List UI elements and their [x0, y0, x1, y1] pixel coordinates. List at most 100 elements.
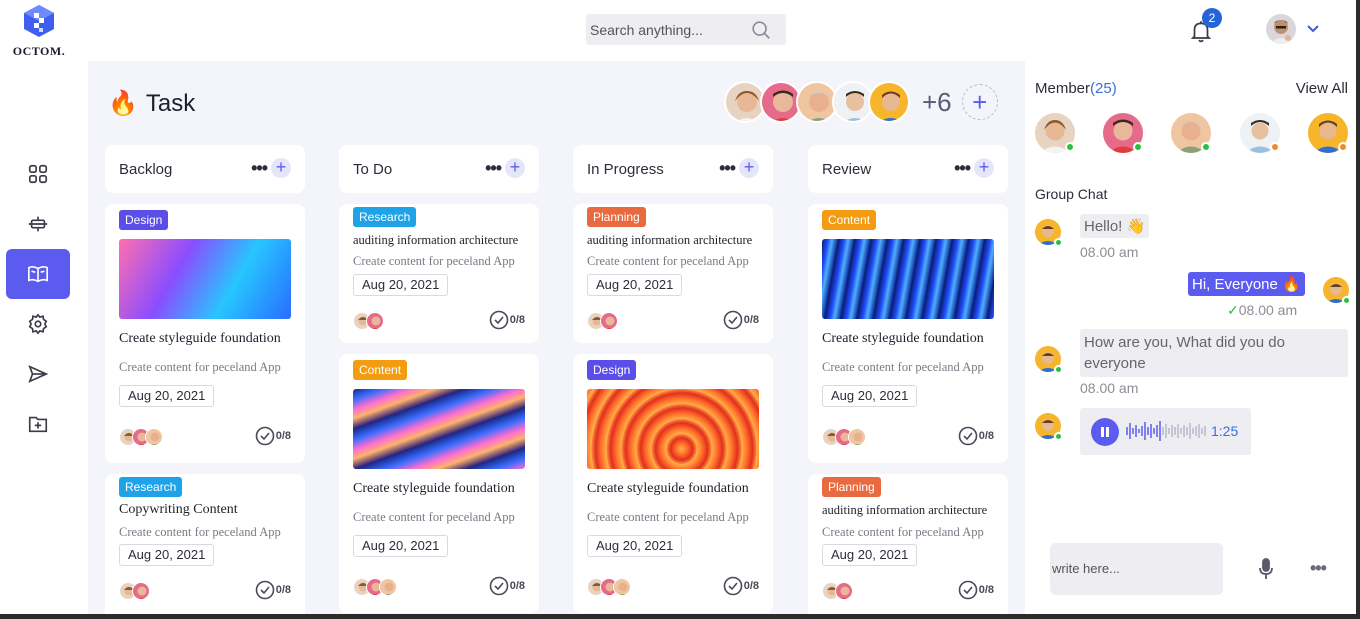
nav-book[interactable] [6, 249, 70, 299]
checklist-progress: 0/8 [958, 426, 994, 446]
chat-avatar[interactable] [1035, 413, 1063, 441]
nav-layout[interactable] [6, 199, 70, 249]
check-circle-icon [489, 576, 509, 596]
assignee-avatar[interactable] [366, 312, 384, 330]
checklist-progress: 0/8 [255, 580, 291, 600]
online-status [1201, 142, 1211, 152]
card-title: Create styleguide foundation [587, 481, 749, 496]
assignee-avatar[interactable] [848, 428, 866, 446]
pause-button[interactable] [1091, 418, 1119, 446]
task-card[interactable]: Planning auditing information architectu… [808, 474, 1008, 619]
add-card-button[interactable]: + [271, 158, 291, 178]
chevron-down-icon[interactable] [1306, 22, 1320, 36]
chat-avatar[interactable] [1035, 346, 1063, 374]
add-card-button[interactable]: + [739, 158, 759, 178]
members-heading: Member(25) [1035, 80, 1117, 97]
due-date: Aug 20, 2021 [119, 385, 215, 407]
more-options-icon[interactable]: ••• [485, 158, 502, 179]
assignee-avatar[interactable] [613, 578, 631, 596]
task-card[interactable]: Design Create styleguide foundation Crea… [105, 204, 305, 463]
more-options-icon[interactable]: ••• [954, 158, 971, 179]
book-icon [28, 266, 48, 283]
microphone-icon[interactable] [1256, 558, 1276, 580]
column-title: Review [822, 160, 872, 178]
member-avatar[interactable] [1308, 113, 1348, 153]
member-avatar[interactable] [1240, 113, 1280, 153]
add-card-button[interactable]: + [974, 158, 994, 178]
assignee-avatar[interactable] [132, 582, 150, 600]
chat-avatar[interactable] [1035, 219, 1063, 247]
assignee-avatar[interactable] [835, 582, 853, 600]
away-status [1338, 142, 1348, 152]
column-in-progress: In Progress ••• + [573, 145, 773, 193]
tag-design: Design [587, 360, 637, 380]
search-box[interactable] [586, 14, 786, 45]
card-subtitle: Create content for peceland App [822, 360, 984, 374]
sidebar: OCTOM. [0, 0, 88, 619]
assignee-avatar[interactable] [145, 428, 163, 446]
nav-dashboard[interactable] [6, 149, 70, 199]
sent-check-icon: ✓ [1227, 302, 1239, 318]
group-chat-heading: Group Chat [1035, 186, 1108, 202]
member-avatar[interactable] [1171, 113, 1211, 153]
task-card[interactable]: Research Copywriting Content Create cont… [105, 474, 305, 619]
card-title: Copywriting Content [119, 502, 238, 517]
check-circle-icon [723, 310, 743, 330]
nav-folder[interactable] [6, 399, 70, 449]
online-status [1342, 296, 1351, 305]
column-header: Review ••• + [808, 145, 1008, 193]
task-card[interactable]: Planning auditing information architectu… [573, 204, 773, 343]
logo-text: OCTOM. [12, 44, 66, 58]
more-options-icon[interactable]: ••• [719, 158, 736, 179]
checklist-progress: 0/8 [723, 310, 759, 330]
add-member-button[interactable]: + [961, 84, 998, 120]
search-icon[interactable] [750, 19, 772, 41]
team-more-count[interactable]: +6 [922, 87, 952, 118]
chat-avatar[interactable] [1323, 277, 1351, 305]
online-status [1054, 432, 1063, 441]
chat-message: How are you, What did you do everyone [1080, 329, 1348, 377]
team-avatar[interactable] [868, 81, 910, 123]
task-card[interactable]: Research auditing information architectu… [339, 204, 539, 343]
message-input-box[interactable] [1050, 543, 1223, 595]
taskbar-edge [0, 614, 1360, 619]
member-avatar[interactable] [1103, 113, 1143, 153]
view-all-link[interactable]: View All [1296, 80, 1348, 97]
card-assignees [822, 582, 853, 600]
tag-research: Research [353, 207, 417, 227]
online-status [1054, 238, 1063, 247]
card-assignees [822, 428, 866, 446]
card-assignees [353, 312, 384, 330]
card-thumbnail [822, 239, 994, 319]
search-input[interactable] [590, 21, 750, 38]
add-card-button[interactable]: + [505, 158, 525, 178]
column-header: To Do ••• + [339, 145, 539, 193]
profile-avatar[interactable] [1266, 14, 1296, 44]
card-thumbnail [119, 239, 291, 319]
chat-message: Hello! 👋 [1080, 214, 1150, 238]
task-card[interactable]: Content Create styleguide foundation Cre… [339, 354, 539, 613]
column-title: To Do [353, 160, 393, 178]
member-avatar[interactable] [1035, 113, 1075, 153]
checklist-progress: 0/8 [958, 580, 994, 600]
checklist-progress: 0/8 [489, 310, 525, 330]
settings-gear-icon [28, 313, 48, 335]
assignee-avatar[interactable] [379, 578, 397, 596]
message-input[interactable] [1050, 543, 1215, 593]
more-options-icon[interactable]: ••• [251, 158, 268, 179]
task-card[interactable]: Design Create styleguide foundation Crea… [573, 354, 773, 613]
assignee-avatar[interactable] [600, 312, 618, 330]
nav-settings[interactable] [6, 299, 70, 349]
task-card[interactable]: Content Create styleguide foundation Cre… [808, 204, 1008, 463]
card-assignees [353, 578, 397, 596]
more-options-icon[interactable]: ••• [1310, 558, 1327, 579]
tag-planning: Planning [587, 207, 646, 227]
check-circle-icon [255, 580, 275, 600]
tag-design: Design [119, 210, 169, 230]
page-title: 🔥 Task [108, 89, 195, 118]
message-time: 08.00 am [1080, 244, 1139, 260]
logo[interactable]: OCTOM. [10, 4, 68, 60]
checklist-progress: 0/8 [489, 576, 525, 596]
nav-send[interactable] [6, 349, 70, 399]
card-subtitle: Create content for peceland App [353, 254, 515, 268]
